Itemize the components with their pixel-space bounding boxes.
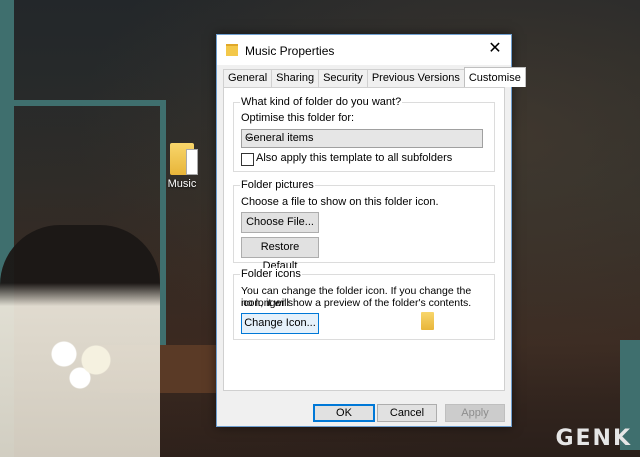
tab-customise[interactable]: Customise (463, 67, 526, 87)
title-bar[interactable]: Music Properties ✕ (217, 35, 511, 65)
apply-button[interactable]: Apply (445, 404, 505, 422)
properties-dialog: Music Properties ✕ General Sharing Secur… (216, 34, 526, 427)
folder-icons-description-line2: no longer show a preview of the folder's… (241, 297, 472, 309)
optimise-select[interactable]: General items ⌄ (241, 129, 483, 148)
desktop-icon-label: Music (167, 178, 197, 190)
tab-general[interactable]: General (223, 69, 273, 87)
dialog-title: Music Properties (245, 44, 335, 58)
tab-sharing[interactable]: Sharing (271, 69, 320, 87)
customise-panel: What kind of folder do you want? Optimis… (223, 87, 505, 391)
tab-security[interactable]: Security (318, 69, 368, 87)
desktop-music-folder[interactable]: Music (162, 143, 202, 190)
group-title: What kind of folder do you want? (240, 96, 403, 108)
folder-pictures-group: Folder pictures Choose a file to show on… (233, 179, 495, 272)
tab-bar: General Sharing Security Previous Versio… (223, 67, 526, 87)
apply-subfolders-label: Also apply this template to all subfolde… (256, 152, 453, 164)
chevron-down-icon: ⌄ (245, 131, 254, 142)
folder-icon (421, 312, 434, 330)
optimise-label: Optimise this folder for: (241, 112, 355, 124)
change-icon-button[interactable]: Change Icon... (241, 313, 319, 334)
tab-previous-versions[interactable]: Previous Versions (366, 69, 465, 87)
group-title: Folder pictures (240, 179, 315, 191)
watermark: GENK (555, 426, 632, 451)
flowers-photo (40, 330, 120, 390)
folder-pictures-description: Choose a file to show on this folder ico… (241, 196, 439, 208)
choose-file-button[interactable]: Choose File... (241, 212, 319, 233)
folder-icons-group: Folder icons You can change the folder i… (233, 268, 495, 340)
folder-icon (170, 143, 198, 175)
teal-window-frame (14, 100, 164, 106)
folder-icon (226, 44, 238, 56)
restore-default-button[interactable]: Restore Default (241, 237, 319, 272)
group-title: Folder icons (240, 268, 302, 280)
close-button[interactable]: ✕ (479, 35, 511, 65)
teal-window-frame (160, 100, 166, 350)
ok-button[interactable]: OK (313, 404, 375, 422)
apply-subfolders-checkbox[interactable] (241, 153, 254, 166)
close-icon: ✕ (488, 40, 502, 57)
folder-type-group: What kind of folder do you want? Optimis… (233, 96, 495, 172)
cancel-button[interactable]: Cancel (377, 404, 437, 422)
